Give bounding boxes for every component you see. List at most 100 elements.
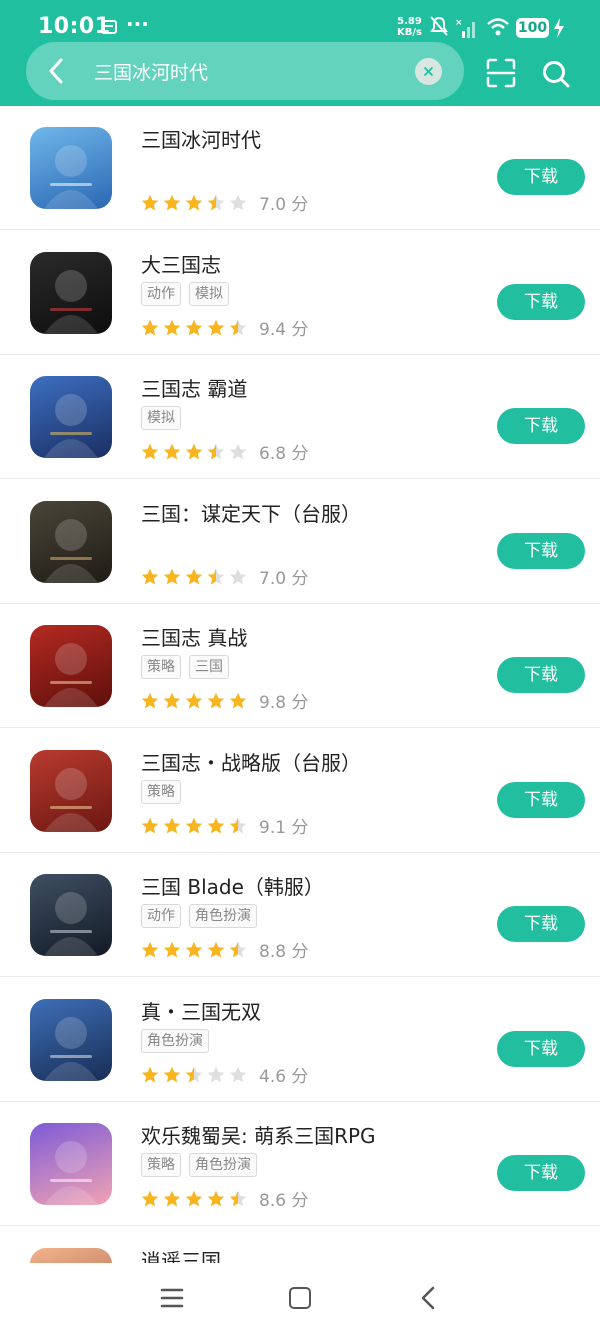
battery-indicator: 100 [516,18,549,38]
star-icon [229,319,247,337]
category-tag: 动作 [141,904,181,928]
app-tags: 动作 角色扮演 [141,904,265,928]
star-icon [207,443,225,461]
app-name: 三国志 霸道 [141,377,248,401]
app-list-item[interactable]: 三国志 霸道 模拟 6.8 分 下载 [0,355,600,479]
star-icon [163,817,181,835]
star-icon [207,194,225,212]
app-tags: 策略 三国 [141,655,237,679]
star-icon [207,941,225,959]
app-icon[interactable] [30,501,112,583]
app-list-item[interactable]: 三国志・战略版（台服） 策略 9.1 分 下载 [0,729,600,853]
back-icon[interactable] [418,1286,438,1310]
star-icon [163,941,181,959]
rating-score: 8.6 分 [259,1191,309,1211]
app-icon[interactable] [30,625,112,707]
notification-icon [101,20,117,34]
rating: 7.0 分 [141,190,308,215]
category-tag: 角色扮演 [189,904,257,928]
network-speed-value: 5.89 [397,16,422,27]
star-icon [163,443,181,461]
app-list-item[interactable]: 三国冰河时代 7.0 分 下载 [0,106,600,230]
star-icon [207,1190,225,1208]
star-icon [141,568,159,586]
scan-icon[interactable] [486,58,516,88]
star-icon [207,692,225,710]
search-icon[interactable] [542,60,570,88]
status-time: 10:01 [38,14,111,39]
category-tag: 角色扮演 [141,1029,209,1053]
app-list-item[interactable]: 三国：谋定天下（台服） 7.0 分 下载 [0,480,600,604]
app-name: 欢乐魏蜀吴: 萌系三国RPG [141,1124,376,1148]
download-button[interactable]: 下载 [497,284,585,320]
star-icon [207,1066,225,1084]
rating-score: 7.0 分 [259,569,309,589]
search-input[interactable] [94,58,404,84]
download-button[interactable]: 下载 [497,1031,585,1067]
app-icon[interactable] [30,1248,112,1263]
star-icon [229,692,247,710]
category-tag: 模拟 [141,406,181,430]
app-name: 三国 Blade（韩服） [141,875,324,899]
download-button[interactable]: 下载 [497,782,585,818]
app-icon[interactable] [30,874,112,956]
download-button[interactable]: 下载 [497,159,585,195]
star-icon [141,1190,159,1208]
star-icon [141,194,159,212]
download-button[interactable]: 下载 [497,906,585,942]
home-icon[interactable] [289,1287,311,1309]
rating: 8.6 分 [141,1186,308,1211]
rating: 9.4 分 [141,315,308,340]
app-icon[interactable] [30,750,112,832]
download-button[interactable]: 下载 [497,533,585,569]
download-button[interactable]: 下载 [497,1155,585,1191]
menu-icon[interactable] [160,1287,184,1309]
star-icon [207,568,225,586]
star-icon [163,1190,181,1208]
star-icon [141,1066,159,1084]
category-tag: 策略 [141,655,181,679]
app-tags: 角色扮演 [141,1029,217,1053]
app-tags: 动作 模拟 [141,282,237,306]
star-icon [185,568,203,586]
clear-search-button[interactable] [415,58,442,85]
app-icon[interactable] [30,252,112,334]
category-tag: 策略 [141,780,181,804]
app-list-item[interactable]: 真・三国无双 角色扮演 4.6 分 下载 [0,978,600,1102]
star-icon [229,568,247,586]
app-list-item[interactable]: 三国志 真战 策略 三国 9.8 分 下载 [0,604,600,728]
wifi-icon [487,18,509,36]
network-speed-unit: KB/s [397,27,422,38]
star-icon [207,817,225,835]
app-icon[interactable] [30,127,112,209]
star-icon [141,817,159,835]
more-notifications-indicator: ··· [126,12,149,36]
star-icon [141,941,159,959]
star-icon [185,443,203,461]
star-icon [229,1066,247,1084]
clear-icon [423,66,434,77]
app-list-item[interactable]: 逍遥三国 [0,1227,600,1263]
star-icon [229,1190,247,1208]
download-button[interactable]: 下载 [497,657,585,693]
rating: 8.8 分 [141,937,308,962]
app-list-item[interactable]: 三国 Blade（韩服） 动作 角色扮演 8.8 分 下载 [0,853,600,977]
app-icon[interactable] [30,1123,112,1205]
rating-score: 9.4 分 [259,320,309,340]
app-list-item[interactable]: 欢乐魏蜀吴: 萌系三国RPG 策略 角色扮演 8.6 分 下载 [0,1102,600,1226]
star-icon [229,443,247,461]
app-tags: 策略 角色扮演 [141,1153,265,1177]
category-tag: 策略 [141,1153,181,1177]
star-icon [141,692,159,710]
app-list-item[interactable]: 大三国志 动作 模拟 9.4 分 下载 [0,231,600,355]
app-name: 三国冰河时代 [141,128,261,152]
signal-icon: × [455,18,475,38]
star-icon [163,692,181,710]
app-name: 三国志 真战 [141,626,248,650]
back-arrow-icon[interactable] [45,57,67,85]
app-icon[interactable] [30,376,112,458]
network-speed: 5.89 KB/s [397,16,422,38]
app-icon[interactable] [30,999,112,1081]
star-icon [229,194,247,212]
download-button[interactable]: 下载 [497,408,585,444]
